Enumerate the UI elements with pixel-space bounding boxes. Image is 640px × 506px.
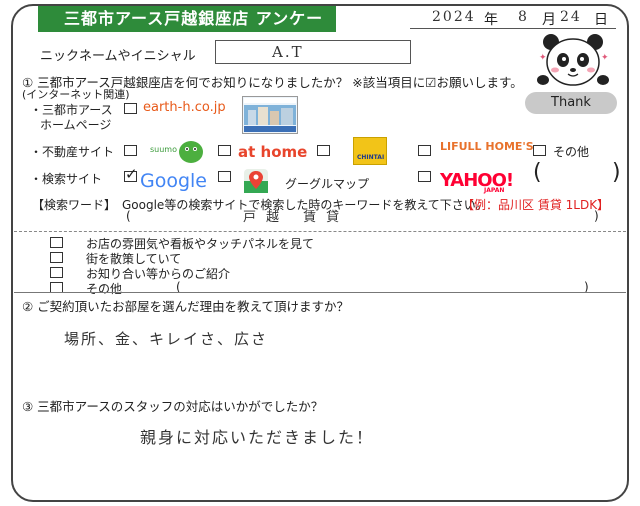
section-divider xyxy=(14,231,626,232)
suumo-logo: suumo xyxy=(150,145,177,154)
q3-answer: 親身に対応いただきました！ xyxy=(140,428,375,447)
q3-question: ③ 三都市アースのスタッフの対応はいかがでしたか？ xyxy=(22,399,324,414)
fudosan-label: ・不動産サイト xyxy=(30,145,115,159)
google-checkbox[interactable] xyxy=(124,165,138,183)
suumo-checkbox[interactable] xyxy=(124,145,137,156)
q2-answer: 場所、金、キレイさ、広さ xyxy=(64,330,269,348)
google-logo: Google xyxy=(140,170,208,192)
googlemap-checkbox[interactable] xyxy=(218,171,231,182)
athome-logo: at home xyxy=(238,143,308,161)
google-maps-icon xyxy=(244,169,268,193)
chintai-checkbox[interactable] xyxy=(317,145,330,156)
nickname-field[interactable]: A.T xyxy=(215,40,411,64)
googlemap-label: グーグルマップ xyxy=(285,177,370,191)
lifull-logo: LIFULL HOME'S xyxy=(440,140,534,153)
q1-internet-note: (インターネット関連) xyxy=(22,88,130,101)
suumo-mascot-icon xyxy=(179,141,203,163)
svg-text:✦: ✦ xyxy=(539,53,547,63)
homepage-url: earth-h.co.jp xyxy=(143,100,226,115)
nickname-value: A.T xyxy=(272,43,304,61)
section-divider-2 xyxy=(14,292,626,293)
yahoo-logo-sub: JAPAN xyxy=(484,187,505,194)
keyword-paren-open: ( xyxy=(126,209,131,223)
other-paren-open: ( xyxy=(533,160,542,185)
athome-checkbox[interactable] xyxy=(218,145,231,156)
search-site-label: ・検索サイト xyxy=(30,172,103,186)
date-field: 2024 年 8 月 24 日 xyxy=(410,7,616,29)
lifull-checkbox[interactable] xyxy=(418,145,431,156)
offline-checkbox-2[interactable] xyxy=(50,252,63,263)
keyword-answer: 戸越 賃貸 xyxy=(243,210,350,225)
homepage-label-2: ホームページ xyxy=(40,118,112,132)
keyword-label: 【検索ワード】 xyxy=(32,198,117,212)
page-title: 三都市アース戸越銀座店 アンケート xyxy=(38,6,336,54)
homepage-screenshot-icon xyxy=(242,96,298,134)
other-site-label: その他 xyxy=(553,145,590,159)
date-month: 8 xyxy=(518,9,529,25)
nickname-label: ニックネームやイニシャル xyxy=(40,49,196,64)
date-month-label: 月 xyxy=(542,12,556,28)
svg-text:✦: ✦ xyxy=(601,53,609,63)
date-year: 2024 xyxy=(432,9,476,25)
offline-option-4: その他 xyxy=(86,282,123,296)
keyword-paren-close: ) xyxy=(594,209,599,223)
date-year-label: 年 xyxy=(484,12,498,28)
date-day: 24 xyxy=(560,9,582,25)
offline-checkbox-1[interactable] xyxy=(50,237,63,248)
date-day-label: 日 xyxy=(594,12,608,28)
thank-badge: Thank xyxy=(525,92,617,114)
chintai-logo-icon: CHINTAI xyxy=(353,137,387,165)
keyword-example: 【例：品川区 賃貸 1LDK】 xyxy=(462,198,610,212)
q2-question: ② ご契約頂いたお部屋を選んだ理由を教えて頂けますか？ xyxy=(22,299,350,314)
other-site-checkbox[interactable] xyxy=(533,145,546,156)
other-paren-close: ) xyxy=(612,160,621,185)
yahoo-checkbox[interactable] xyxy=(418,171,431,182)
offline-checkbox-3[interactable] xyxy=(50,267,63,278)
panda-mascot-icon: ✦ ✦ xyxy=(537,34,609,86)
chintai-logo-text: CHINTAI xyxy=(357,154,385,161)
homepage-checkbox[interactable] xyxy=(124,103,137,114)
